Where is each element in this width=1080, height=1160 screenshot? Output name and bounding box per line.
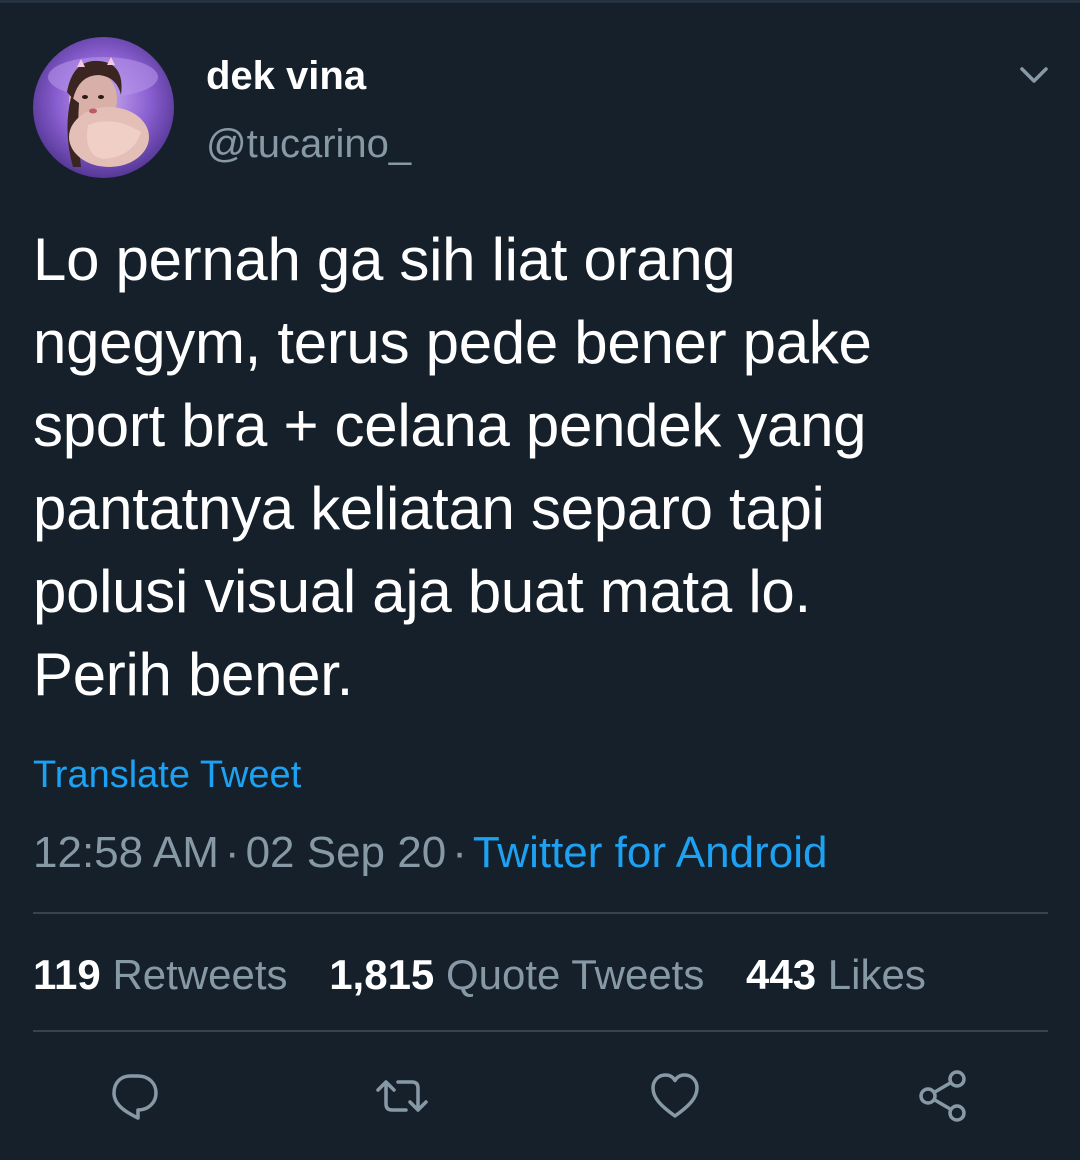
heart-icon: [651, 1073, 699, 1118]
tweet-detail-view: dek vina @tucarino_ Lo pernah ga sih lia…: [0, 0, 1080, 1160]
share-icon: [919, 1070, 966, 1122]
quote-tweets-label: Quote Tweets: [445, 951, 705, 998]
top-divider: [0, 0, 1080, 3]
separator: ·: [452, 828, 467, 877]
tweet-time: 12:58 AM: [33, 828, 219, 877]
chevron-down-icon[interactable]: [1016, 60, 1052, 90]
divider: [33, 912, 1048, 914]
share-button[interactable]: [915, 1068, 971, 1124]
separator: ·: [224, 828, 240, 877]
tweet-source-link[interactable]: Twitter for Android: [473, 828, 828, 877]
quote-tweets-count: 1,815: [329, 951, 435, 998]
retweet-icon: [376, 1080, 428, 1112]
retweet-button[interactable]: [374, 1068, 430, 1124]
retweets-stat[interactable]: 119 Retweets: [33, 948, 288, 1002]
action-bar: [0, 1068, 1080, 1128]
tweet-text: Lo pernah ga sih liat orang ngegym, teru…: [33, 226, 872, 708]
reply-icon: [112, 1074, 158, 1120]
like-button[interactable]: [647, 1068, 703, 1124]
divider: [33, 1030, 1048, 1032]
likes-count: 443: [746, 951, 817, 998]
engagement-stats: 119 Retweets 1,815 Quote Tweets 443 Like…: [33, 948, 956, 1002]
avatar-image: [33, 37, 174, 178]
retweets-count: 119: [33, 951, 101, 998]
author-handle[interactable]: @tucarino_: [206, 120, 411, 168]
likes-stat[interactable]: 443 Likes: [746, 948, 926, 1002]
tweet-date: 02 Sep 20: [245, 828, 447, 877]
translate-tweet-link[interactable]: Translate Tweet: [33, 752, 301, 798]
quote-tweets-stat[interactable]: 1,815 Quote Tweets: [329, 948, 704, 1002]
reply-button[interactable]: [106, 1068, 162, 1124]
author-display-name[interactable]: dek vina: [206, 52, 366, 100]
likes-label: Likes: [827, 951, 926, 998]
retweets-label: Retweets: [112, 951, 288, 998]
avatar[interactable]: [33, 37, 174, 178]
tweet-metadata: 12:58 AM · 02 Sep 20 · Twitter for Android: [33, 826, 827, 880]
